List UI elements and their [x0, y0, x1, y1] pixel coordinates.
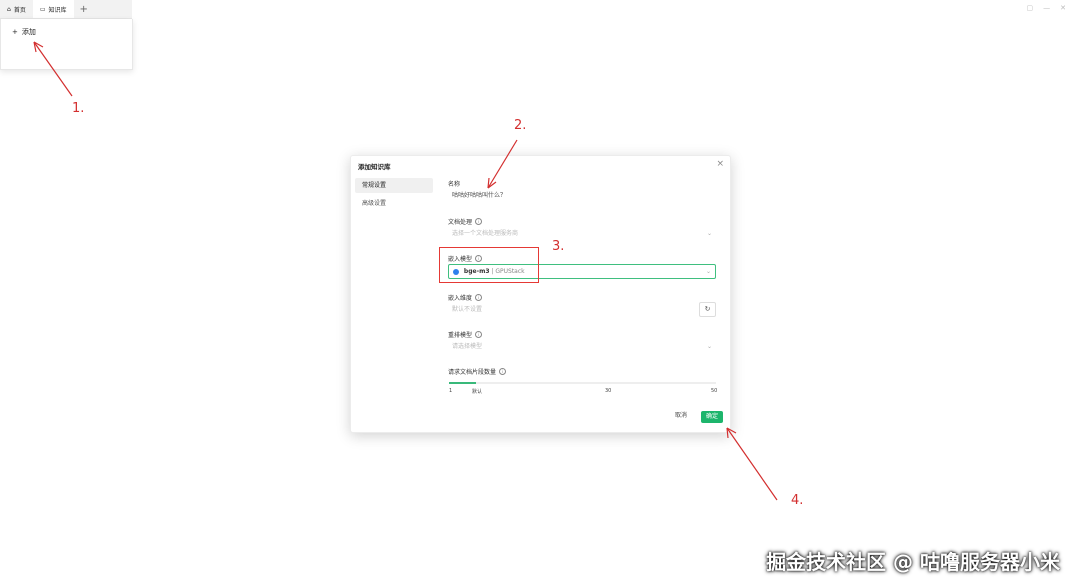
annotation-arrows — [33, 41, 778, 501]
arrow-4 — [726, 427, 778, 501]
annotation-3: 3. — [552, 239, 565, 254]
annotation-4: 4. — [791, 493, 804, 508]
annotation-1: 1. — [72, 101, 85, 116]
arrow-2 — [487, 139, 518, 189]
annotation-2: 2. — [514, 118, 527, 133]
arrow-1 — [33, 41, 73, 97]
arrow-2-head — [487, 177, 497, 189]
watermark: 掘金技术社区 @ 咕噜服务器小米 — [766, 550, 1060, 574]
